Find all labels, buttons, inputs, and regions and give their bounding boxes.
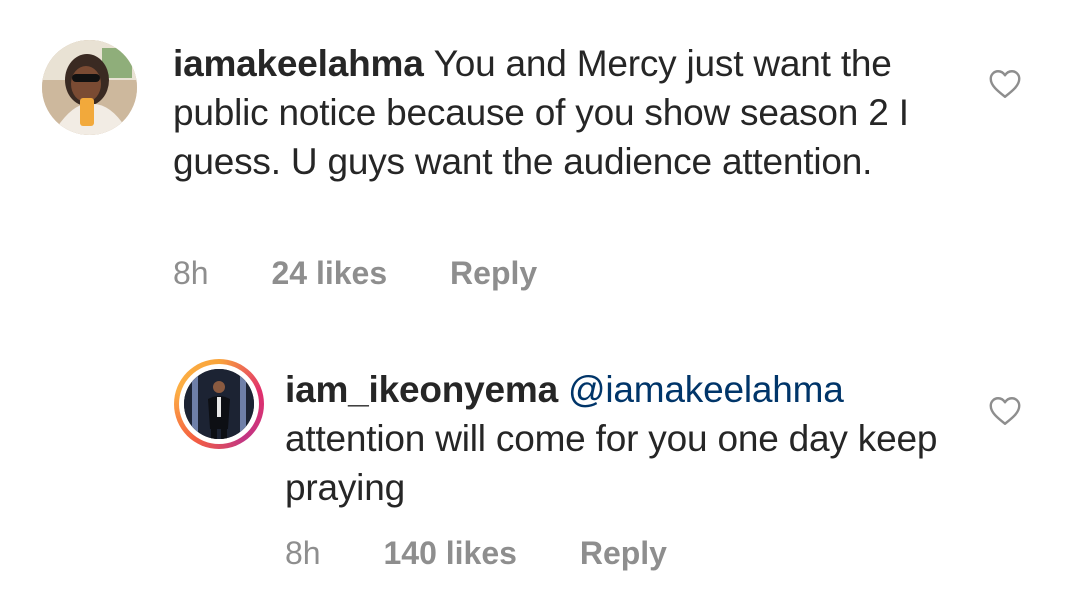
comment-meta: 8h 140 likes Reply <box>285 535 667 572</box>
avatar-photo <box>184 369 254 439</box>
reply-comment: iam_ikeonyema @iamakeelahma attention wil… <box>0 345 1080 604</box>
comment-time: 8h <box>285 535 321 571</box>
comment-likes[interactable]: 24 likes <box>271 255 387 291</box>
heart-outline-icon[interactable] <box>987 66 1023 102</box>
user-avatar[interactable] <box>184 369 254 439</box>
reply-button[interactable]: Reply <box>580 535 667 571</box>
comment-username[interactable]: iam_ikeonyema <box>285 369 558 410</box>
comment-text: iam_ikeonyema @iamakeelahma attention wil… <box>285 365 975 512</box>
comment-mention[interactable]: @iamakeelahma <box>568 369 844 410</box>
comment-likes[interactable]: 140 likes <box>383 535 516 571</box>
comment-body: attention will come for you one day keep… <box>285 418 938 508</box>
comment-meta: 8h 24 likes Reply <box>173 255 537 292</box>
comment-text: iamakeelahma You and Mercy just want the … <box>173 39 953 186</box>
user-avatar[interactable] <box>42 40 137 135</box>
story-ring-gap <box>179 364 259 444</box>
comment: iamakeelahma You and Mercy just want the … <box>0 0 1080 320</box>
avatar-photo <box>42 40 137 135</box>
comment-time: 8h <box>173 255 209 291</box>
story-ring[interactable] <box>174 359 264 449</box>
comment-username[interactable]: iamakeelahma <box>173 43 424 84</box>
reply-button[interactable]: Reply <box>450 255 537 291</box>
heart-outline-icon[interactable] <box>987 393 1023 429</box>
